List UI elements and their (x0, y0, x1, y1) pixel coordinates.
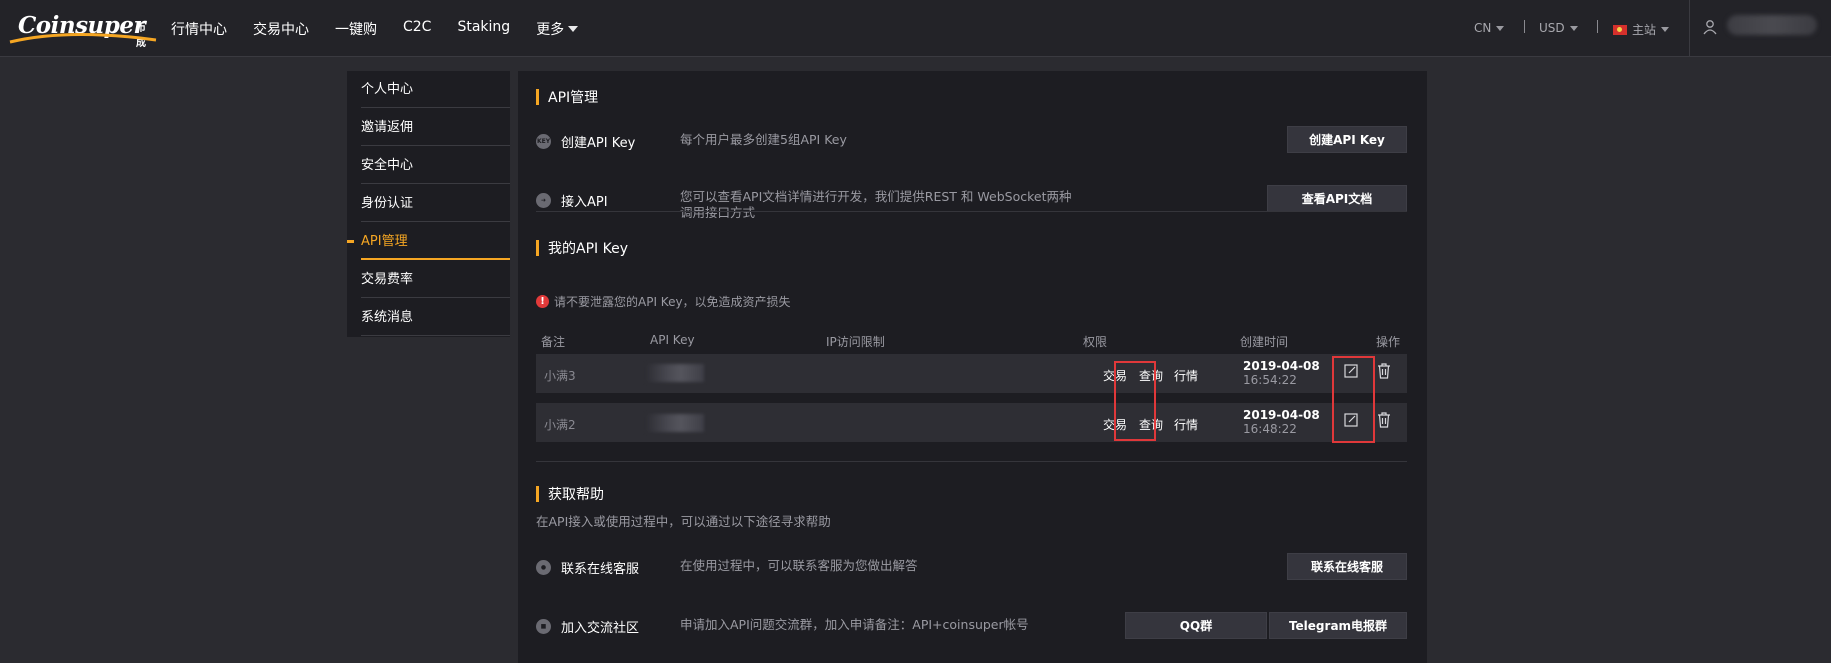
create-api-key-row-label: KEY 创建API Key (536, 132, 635, 151)
col-header-created-time: 创建时间 (1240, 335, 1289, 349)
warning-text: 请不要泄露您的API Key，以免造成资产损失 (554, 295, 791, 309)
account-sidebar: 个人中心 邀请返佣 安全中心 身份认证 API管理 交易费率 系统消息 (347, 71, 510, 337)
flag-icon (1613, 24, 1627, 35)
support-label: 联系在线客服 (561, 562, 640, 577)
created-date: 2019-04-08 (1243, 408, 1320, 422)
nav-more-label: 更多 (536, 22, 565, 38)
create-api-key-label: 创建API Key (561, 136, 636, 151)
coinsuper-logo[interactable]: Coinsuper 币成 (9, 10, 157, 49)
created-clock: 16:48:22 (1243, 422, 1297, 436)
sidebar-item-personal-center[interactable]: 个人中心 (361, 71, 510, 108)
delete-icon[interactable] (1377, 412, 1391, 428)
top-navbar: Coinsuper 币成 行情中心 交易中心 一键购 C2C Staking 更… (0, 0, 1831, 57)
sidebar-item-referral[interactable]: 邀请返佣 (361, 109, 510, 146)
section-title-my-keys: 我的API Key (536, 238, 628, 258)
divider (1524, 20, 1525, 33)
username-redacted[interactable] (1727, 15, 1817, 35)
warning-icon: ! (536, 295, 549, 308)
site-selector[interactable]: 主站 (1613, 21, 1670, 38)
nav-quick-buy[interactable]: 一键购 (335, 19, 377, 39)
sidebar-item-identity[interactable]: 身份认证 (361, 185, 510, 222)
chat-icon: ■ (536, 619, 551, 634)
nav-staking[interactable]: Staking (457, 19, 510, 39)
site-label: 主站 (1632, 23, 1657, 37)
help-title-text: 获取帮助 (548, 487, 604, 503)
currency-selector[interactable]: USD (1539, 21, 1578, 35)
access-api-desc: 您可以查看API文档详情进行开发，我们提供REST 和 WebSocket两种调… (680, 189, 1072, 220)
currency-label: USD (1539, 21, 1565, 35)
support-row-label: ● 联系在线客服 (536, 558, 639, 577)
community-row-label: ■ 加入交流社区 (536, 617, 639, 636)
delete-icon[interactable] (1377, 363, 1391, 379)
row-note: 小满2 (544, 418, 576, 432)
created-time: 2019-04-08 16:54:22 (1243, 359, 1320, 387)
create-api-key-desc: 每个用户最多创建5组API Key (680, 132, 847, 147)
api-management-panel: API管理 KEY 创建API Key 每个用户最多创建5组API Key 创建… (518, 71, 1427, 663)
active-marker (347, 240, 354, 243)
my-keys-title-text: 我的API Key (548, 241, 628, 257)
nav-market[interactable]: 行情中心 (171, 19, 227, 39)
title-accent-bar (536, 240, 539, 256)
sidebar-item-api-management[interactable]: API管理 (361, 223, 510, 260)
access-api-row-label: ➜ 接入API (536, 191, 608, 210)
community-desc: 申请加入API问题交流群，加入申请备注：API+coinsuper帐号 (680, 617, 1029, 632)
col-header-ip-limit: IP访问限制 (826, 335, 885, 349)
support-icon: ● (536, 560, 551, 575)
chevron-down-icon (1661, 27, 1670, 32)
api-key-redacted (646, 414, 704, 432)
col-header-note: 备注 (541, 335, 566, 349)
user-icon[interactable] (1702, 19, 1718, 35)
divider (536, 211, 1407, 212)
language-label: CN (1474, 21, 1492, 35)
api-title-text: API管理 (548, 90, 599, 106)
link-icon: ➜ (536, 193, 551, 208)
community-label: 加入交流社区 (561, 621, 640, 636)
col-header-actions: 操作 (1376, 335, 1401, 349)
perm-market: 行情 (1174, 418, 1199, 432)
contact-support-button[interactable]: 联系在线客服 (1287, 553, 1407, 580)
divider (1597, 20, 1598, 33)
col-header-api-key: API Key (650, 333, 695, 347)
title-accent-bar (536, 486, 539, 502)
telegram-group-button[interactable]: Telegram电报群 (1269, 612, 1407, 639)
created-clock: 16:54:22 (1243, 373, 1297, 387)
col-header-permissions: 权限 (1083, 335, 1108, 349)
help-subtitle: 在API接入或使用过程中，可以通过以下途径寻求帮助 (536, 514, 831, 529)
divider (1689, 0, 1690, 57)
created-date: 2019-04-08 (1243, 359, 1320, 373)
sidebar-item-system-messages[interactable]: 系统消息 (361, 299, 510, 336)
highlight-edit-action (1332, 356, 1375, 443)
nav-trade[interactable]: 交易中心 (253, 19, 309, 39)
key-icon: KEY (536, 134, 551, 149)
create-api-key-button[interactable]: 创建API Key (1287, 126, 1407, 153)
highlight-query-permission (1114, 361, 1156, 441)
security-warning: ! 请不要泄露您的API Key，以免造成资产损失 (536, 293, 791, 310)
nav-more-dropdown[interactable]: 更多 (536, 19, 579, 39)
sidebar-item-trading-fees[interactable]: 交易费率 (361, 261, 510, 298)
chevron-down-icon (1496, 25, 1505, 31)
view-api-docs-button[interactable]: 查看API文档 (1267, 185, 1407, 212)
sidebar-item-security[interactable]: 安全中心 (361, 147, 510, 184)
nav-c2c[interactable]: C2C (403, 19, 431, 39)
chevron-down-icon (568, 26, 579, 32)
table-row: 小满2 交易 查询 行情 2019-04-08 16:48:22 (536, 403, 1407, 442)
qq-group-button[interactable]: QQ群 (1125, 612, 1267, 639)
row-note: 小满3 (544, 369, 576, 383)
language-selector[interactable]: CN (1474, 21, 1505, 35)
api-key-redacted (646, 364, 704, 382)
title-accent-bar (536, 89, 539, 105)
access-api-label: 接入API (561, 195, 608, 210)
support-desc: 在使用过程中，可以联系客服为您做出解答 (680, 558, 918, 573)
created-time: 2019-04-08 16:48:22 (1243, 408, 1320, 436)
section-title-help: 获取帮助 (536, 484, 604, 504)
divider (536, 461, 1407, 462)
perm-market: 行情 (1174, 369, 1199, 383)
logo-swoosh-icon (9, 32, 157, 44)
table-row: 小满3 交易 查询 行情 2019-04-08 16:54:22 (536, 354, 1407, 393)
chevron-down-icon (1569, 25, 1578, 31)
section-title-api: API管理 (536, 87, 598, 107)
main-nav: 行情中心 交易中心 一键购 C2C Staking 更多 (171, 19, 604, 39)
